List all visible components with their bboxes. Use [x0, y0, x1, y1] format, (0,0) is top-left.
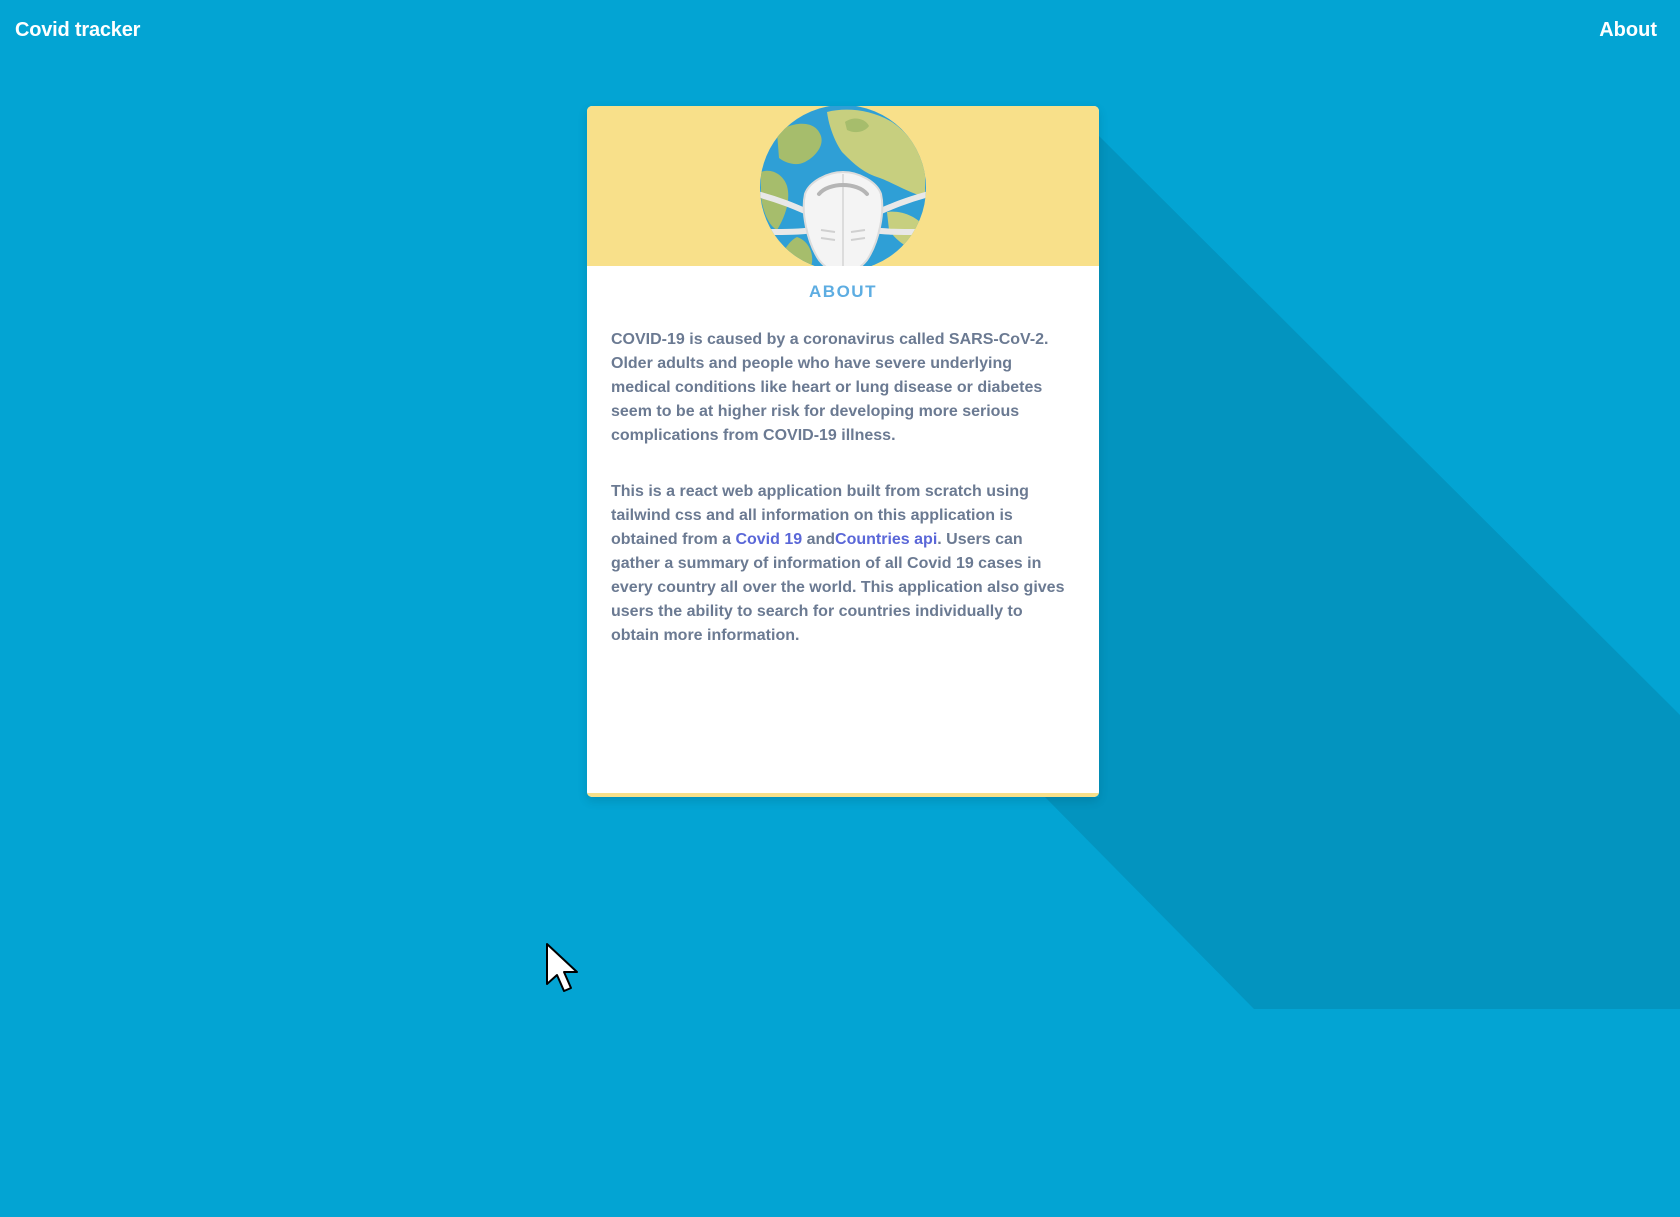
card-header	[587, 106, 1099, 266]
card-title: ABOUT	[809, 282, 877, 301]
app-description-text-between: and	[802, 531, 836, 548]
globe-with-face-mask-icon	[760, 106, 926, 266]
navbar: Covid tracker About	[0, 0, 1680, 62]
brand-link[interactable]: Covid tracker	[15, 19, 140, 42]
countries-api-link[interactable]: Countries api	[835, 531, 937, 548]
about-card: ABOUT COVID-19 is caused by a coronaviru…	[587, 106, 1099, 797]
app-description-paragraph: This is a react web application built fr…	[611, 480, 1075, 648]
covid-19-api-link[interactable]: Covid 19	[735, 531, 802, 548]
card-body: COVID-19 is caused by a coronavirus call…	[611, 328, 1075, 680]
mouse-cursor-icon	[546, 943, 578, 992]
about-nav-link[interactable]: About	[1599, 19, 1657, 42]
covid-description-paragraph: COVID-19 is caused by a coronavirus call…	[611, 331, 1049, 444]
card-bottom-border	[587, 793, 1099, 797]
